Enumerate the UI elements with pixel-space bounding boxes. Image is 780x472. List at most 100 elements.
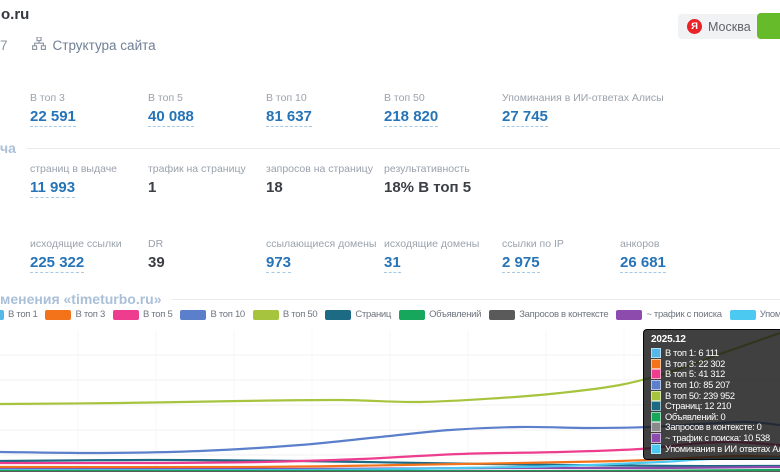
stat-value-link[interactable]: 40 088	[148, 108, 266, 125]
legend-label: В топ 50	[283, 309, 317, 320]
legend-label: Запросов в контексте	[519, 309, 608, 320]
stat-value-link[interactable]: 27 745	[502, 108, 664, 125]
stat-label: запросов на страницу	[266, 163, 384, 175]
tooltip-label: Упоминания в ИИ ответах Алисы: 25 1	[665, 444, 780, 454]
stat-metric: анкоров 26 681	[620, 238, 666, 271]
legend-item[interactable]: Страниц	[325, 309, 391, 320]
legend-swatch	[489, 310, 515, 320]
tooltip-row: Объявлений: 0	[651, 412, 780, 423]
stat-label: ссылки по IP	[502, 238, 620, 250]
chart-tooltip: 2025.12 В топ 1: 6 111В топ 3: 22 302В т…	[643, 329, 780, 460]
legend-swatch	[45, 310, 71, 320]
stat-metric: ссылки по IP 2 975	[502, 238, 620, 271]
legend-item[interactable]: Запросов в контексте	[489, 309, 608, 320]
stat-value-link[interactable]: 218 820	[384, 108, 502, 125]
tooltip-swatch	[651, 369, 661, 379]
tooltip-label: В топ 10: 85 207	[665, 380, 730, 390]
stat-label: трафик на страницу	[148, 163, 266, 175]
stat-metric: В топ 1081 637	[266, 92, 384, 125]
tooltip-label: В топ 5: 41 312	[665, 369, 725, 379]
legend-label: ~ трафик с поиска	[646, 309, 721, 320]
action-button[interactable]	[757, 13, 780, 39]
tooltip-swatch	[651, 359, 661, 369]
stat-value-link[interactable]: 81 637	[266, 108, 384, 125]
stat-label: В топ 50	[384, 92, 502, 104]
tooltip-swatch	[651, 391, 661, 401]
tooltip-swatch	[651, 380, 661, 390]
legend-item[interactable]: В топ 5	[113, 309, 172, 320]
tooltip-swatch	[651, 422, 661, 432]
stat-metric: результативность 18% В топ 5	[384, 163, 471, 196]
stat-metric: В топ 3 22 591	[30, 92, 148, 125]
legend-label: Объявлений	[429, 309, 481, 320]
stat-value: 1	[148, 179, 266, 196]
stat-metric: трафик на страницу 1	[148, 163, 266, 196]
tooltip-swatch	[651, 412, 661, 422]
legend-item[interactable]: Упоминания в ИИ ответах Алисы	[730, 309, 780, 320]
changes-section-header: менения «timeturbo.ru»	[0, 291, 780, 307]
stat-value: 18	[266, 179, 384, 196]
tooltip-row: В топ 10: 85 207	[651, 380, 780, 391]
tooltip-row: В топ 3: 22 302	[651, 359, 780, 370]
site-structure-label: Структура сайта	[53, 38, 156, 53]
stat-label: DR	[148, 238, 266, 250]
stats-row-positions: В топ 3 22 591В топ 5 40 088В топ 1081 637…	[30, 92, 664, 125]
stat-label: исходящие домены	[384, 238, 502, 250]
stat-label: исходящие ссылки	[30, 238, 148, 250]
tooltip-label: В топ 3: 22 302	[665, 359, 725, 369]
stat-value-link[interactable]: 26 681	[620, 254, 666, 271]
tooltip-label: Запросов в контексте: 0	[665, 422, 762, 432]
section-divider-1: ча	[0, 140, 780, 156]
legend-item[interactable]: ~ трафик с поиска	[616, 309, 721, 320]
tooltip-swatch	[651, 433, 661, 443]
legend-label: В топ 10	[210, 309, 244, 320]
stat-metric: DR 39	[148, 238, 266, 271]
legend-swatch	[616, 310, 642, 320]
stat-label: В топ 3	[30, 92, 148, 104]
legend-swatch	[180, 310, 206, 320]
tooltip-row: ~ трафик с поиска: 10 538	[651, 433, 780, 444]
tooltip-row: В топ 5: 41 312	[651, 369, 780, 380]
tooltip-row: Запросов в контексте: 0	[651, 422, 780, 433]
tooltip-swatch	[651, 444, 661, 454]
legend-item[interactable]: В топ 10	[180, 309, 244, 320]
tooltip-rows: В топ 1: 6 111В топ 3: 22 302В топ 5: 41…	[651, 348, 780, 454]
stat-metric: исходящие ссылки 225 322	[30, 238, 148, 271]
legend-swatch	[253, 310, 279, 320]
tooltip-label: Объявлений: 0	[665, 412, 725, 422]
stat-value-link[interactable]: 2 975	[502, 254, 620, 271]
stat-metric: исходящие домены 31	[384, 238, 502, 271]
subnav-count: 7	[0, 38, 8, 53]
stat-label: Упоминания в ИИ-ответах Алисы	[502, 92, 664, 104]
legend-label: Упоминания в ИИ ответах Алисы	[760, 309, 780, 320]
tooltip-row: Страниц: 12 210	[651, 401, 780, 412]
stats-row-links: исходящие ссылки225 322DR39ссылающиеся д…	[30, 238, 666, 271]
tooltip-label: ~ трафик с поиска: 10 538	[665, 433, 770, 443]
tooltip-row: В топ 50: 239 952	[651, 390, 780, 401]
stat-value: 39	[148, 254, 266, 271]
legend-item[interactable]: В топ 3	[45, 309, 104, 320]
legend-label: Страниц	[355, 309, 391, 320]
legend-item[interactable]: В топ 1	[8, 309, 37, 320]
stat-value: 18% В топ 5	[384, 179, 471, 196]
stat-metric: В топ 50 218 820	[384, 92, 502, 125]
legend-item[interactable]: Объявлений	[399, 309, 481, 320]
site-structure-link[interactable]: Структура сайта	[32, 37, 156, 53]
stat-value-link[interactable]: 973	[266, 254, 384, 271]
stat-metric: запросов на страницу 18	[266, 163, 384, 196]
legend-item[interactable]: В топ 50	[253, 309, 317, 320]
changes-section-title: менения «timeturbo.ru»	[0, 291, 162, 307]
stats-row-pages: страниц в выдаче 11 993трафик на страницу…	[30, 163, 471, 196]
page-title: o.ru	[1, 6, 29, 23]
tooltip-row: Упоминания в ИИ ответах Алисы: 25 1	[651, 443, 780, 454]
stat-label: страниц в выдаче	[30, 163, 148, 175]
stat-label: анкоров	[620, 238, 666, 250]
stat-label: В топ 5	[148, 92, 266, 104]
chart-legend: В топ 1 В топ 3 В топ 5 В топ 10 В топ 50 Стр…	[8, 309, 780, 320]
legend-swatch	[0, 310, 4, 320]
stat-label: результативность	[384, 163, 471, 175]
stat-value-link[interactable]: 11 993	[30, 179, 148, 196]
stat-value-link[interactable]: 225 322	[30, 254, 148, 271]
stat-value-link[interactable]: 31	[384, 254, 502, 271]
stat-value-link[interactable]: 22 591	[30, 108, 148, 125]
